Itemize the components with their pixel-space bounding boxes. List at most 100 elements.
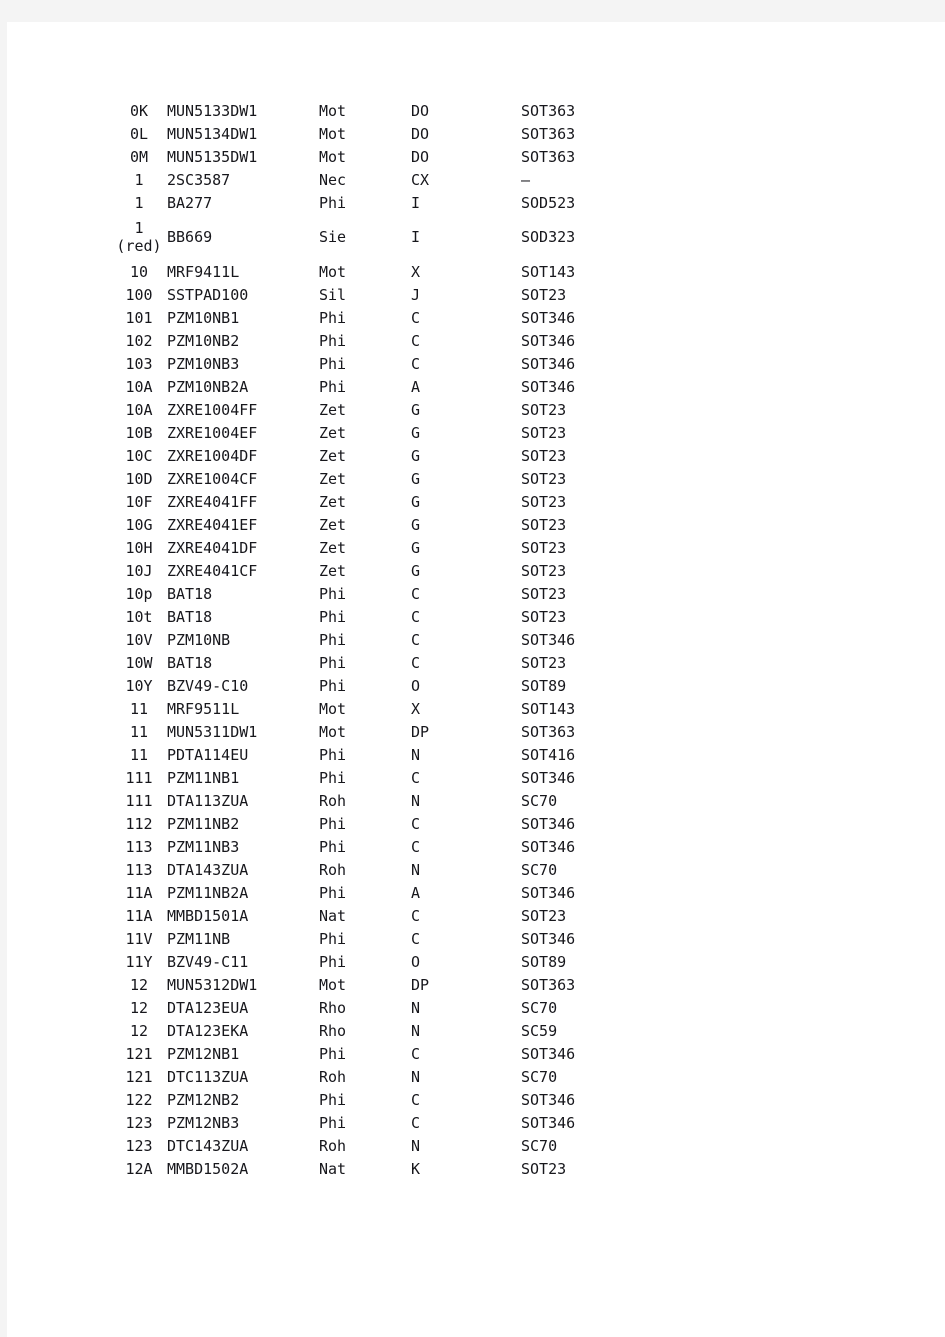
cell-manufacturer: Zet xyxy=(319,538,347,557)
cell-code: 10W xyxy=(125,653,153,672)
cell-code: 12 xyxy=(129,975,149,994)
cell-package-code: C xyxy=(411,308,421,327)
table-row: 0K MUN5133DW1 Mot DO SOT363 xyxy=(111,100,631,123)
cell-case-style: SOT89 xyxy=(521,952,567,971)
table-row: 10 MRF9411L Mot X SOT143 xyxy=(111,261,631,284)
cell-case-style: SOT23 xyxy=(521,607,567,626)
cell-case-style: SOT23 xyxy=(521,906,567,925)
table-row: 10F ZXRE4041FF Zet G SOT23 xyxy=(111,491,631,514)
table-row: 12 DTA123EUA Rho N SC70 xyxy=(111,997,631,1020)
cell-package-code: DO xyxy=(411,124,430,143)
cell-manufacturer: Phi xyxy=(319,814,347,833)
cell-part-number: MMBD1502A xyxy=(167,1159,249,1178)
cell-code: 10C xyxy=(125,446,153,465)
cell-part-number: MUN5312DW1 xyxy=(167,975,258,994)
cell-part-number: BZV49-C10 xyxy=(167,676,249,695)
cell-code: 11Y xyxy=(125,952,153,971)
cell-part-number: SSTPAD100 xyxy=(167,285,249,304)
smd-code-table-container: 0K MUN5133DW1 Mot DO SOT363 0L MUN5134DW1 Mot DO… xyxy=(111,100,631,1181)
cell-code: 10V xyxy=(125,630,153,649)
cell-case-style: SOT346 xyxy=(521,630,576,649)
cell-part-number: PZM12NB2 xyxy=(167,1090,240,1109)
table-row: 0L MUN5134DW1 Mot DO SOT363 xyxy=(111,123,631,146)
cell-part-number: MUN5135DW1 xyxy=(167,147,258,166)
cell-case-style: SOT346 xyxy=(521,929,576,948)
cell-manufacturer: Mot xyxy=(319,124,347,143)
cell-code: 10 xyxy=(129,262,149,281)
table-body: 0K MUN5133DW1 Mot DO SOT363 0L MUN5134DW1 Mot DO… xyxy=(111,100,631,1181)
cell-case-style: SOT23 xyxy=(521,515,567,534)
cell-code: 11A xyxy=(125,906,153,925)
cell-manufacturer: Zet xyxy=(319,400,347,419)
table-row: 10V PZM10NB Phi C SOT346 xyxy=(111,629,631,652)
cell-code: 11A xyxy=(125,883,153,902)
cell-code: 10J xyxy=(125,561,153,580)
cell-code: 0L xyxy=(129,124,149,143)
cell-code: 1 xyxy=(134,170,144,189)
cell-part-number: PZM10NB2 xyxy=(167,331,240,350)
cell-package-code: DO xyxy=(411,101,430,120)
cell-case-style: SOT346 xyxy=(521,354,576,373)
cell-case-style: SOT23 xyxy=(521,446,567,465)
cell-package-code: N xyxy=(411,791,421,810)
cell-code: 11 xyxy=(129,699,149,718)
cell-case-style: SOT363 xyxy=(521,101,576,120)
cell-package-code: C xyxy=(411,814,421,833)
cell-manufacturer: Mot xyxy=(319,699,347,718)
cell-manufacturer: Zet xyxy=(319,423,347,442)
cell-package-code: N xyxy=(411,860,421,879)
cell-part-number: DTA123EKA xyxy=(167,1021,249,1040)
cell-package-code: G xyxy=(411,423,421,442)
cell-package-code: C xyxy=(411,584,421,603)
cell-case-style: SOT346 xyxy=(521,1113,576,1132)
cell-part-number: ZXRE1004DF xyxy=(167,446,258,465)
cell-package-code: C xyxy=(411,929,421,948)
cell-package-code: C xyxy=(411,354,421,373)
cell-case-style: SOT346 xyxy=(521,814,576,833)
cell-package-code: G xyxy=(411,561,421,580)
cell-package-code: N xyxy=(411,745,421,764)
cell-part-number: ZXRE1004EF xyxy=(167,423,258,442)
cell-case-style: SOT346 xyxy=(521,377,576,396)
cell-code: 0K xyxy=(129,101,149,120)
cell-part-number: DTA113ZUA xyxy=(167,791,249,810)
cell-code: 102 xyxy=(125,331,153,350)
table-row: 10G ZXRE4041EF Zet G SOT23 xyxy=(111,514,631,537)
cell-part-number: PZM12NB1 xyxy=(167,1044,240,1063)
table-row: 10A ZXRE1004FF Zet G SOT23 xyxy=(111,399,631,422)
cell-part-number: ZXRE1004CF xyxy=(167,469,258,488)
cell-case-style: SOT23 xyxy=(521,400,567,419)
cell-part-number: MUN5133DW1 xyxy=(167,101,258,120)
cell-manufacturer: Zet xyxy=(319,469,347,488)
cell-manufacturer: Phi xyxy=(319,377,347,396)
table-row: 11Y BZV49-C11 Phi O SOT89 xyxy=(111,951,631,974)
cell-manufacturer: Phi xyxy=(319,1044,347,1063)
cell-case-style: SOT23 xyxy=(521,469,567,488)
cell-code: 111 xyxy=(125,791,153,810)
cell-package-code: DP xyxy=(411,975,430,994)
cell-package-code: G xyxy=(411,492,421,511)
cell-code: 10F xyxy=(125,492,153,511)
cell-code: 1 xyxy=(134,193,144,212)
cell-part-number: MUN5134DW1 xyxy=(167,124,258,143)
cell-package-code: G xyxy=(411,400,421,419)
table-row: 10H ZXRE4041DF Zet G SOT23 xyxy=(111,537,631,560)
cell-manufacturer: Phi xyxy=(319,883,347,902)
cell-part-number: PZM12NB3 xyxy=(167,1113,240,1132)
cell-code: 12 xyxy=(129,1021,149,1040)
cell-part-number: PZM11NB2A xyxy=(167,883,249,902)
cell-code: 112 xyxy=(125,814,153,833)
cell-package-code: C xyxy=(411,1044,421,1063)
cell-package-code: K xyxy=(411,1159,421,1178)
cell-part-number: PZM11NB2 xyxy=(167,814,240,833)
cell-case-style: SOD323 xyxy=(521,228,576,247)
table-row: 11 MRF9511L Mot X SOT143 xyxy=(111,698,631,721)
cell-package-code: CX xyxy=(411,170,430,189)
cell-manufacturer: Roh xyxy=(319,1067,347,1086)
table-row: 1 2SC3587 Nec CX – xyxy=(111,169,631,192)
cell-case-style: SOT346 xyxy=(521,883,576,902)
cell-case-style: SC70 xyxy=(521,998,558,1017)
cell-package-code: N xyxy=(411,998,421,1017)
cell-code: 122 xyxy=(125,1090,153,1109)
table-row: 102 PZM10NB2 Phi C SOT346 xyxy=(111,330,631,353)
